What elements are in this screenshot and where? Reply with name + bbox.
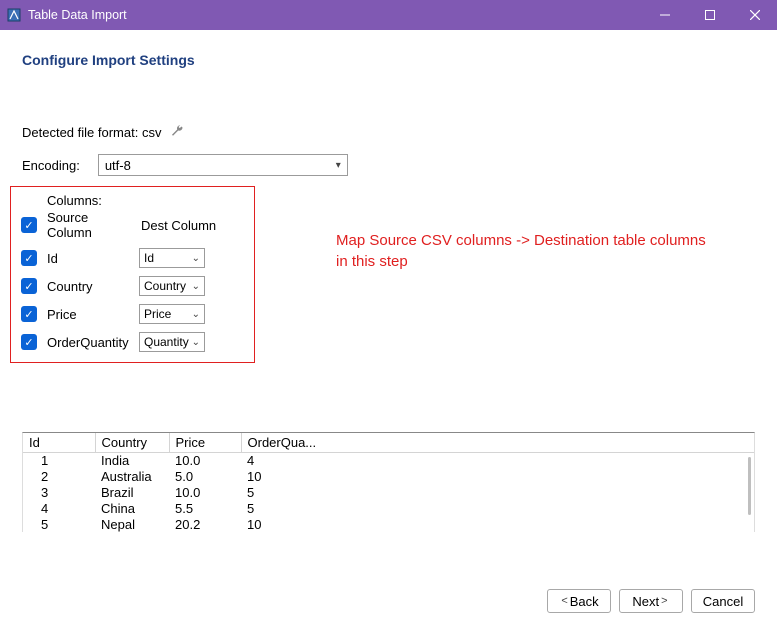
annotation-text: Map Source CSV columns -> Destination ta… bbox=[336, 230, 706, 272]
cell-qty: 5 bbox=[241, 485, 754, 501]
next-button[interactable]: Next > bbox=[619, 589, 683, 613]
cell-price: 10.0 bbox=[169, 485, 241, 501]
close-button[interactable] bbox=[732, 0, 777, 30]
page-title: Configure Import Settings bbox=[22, 52, 755, 68]
dest-column-select[interactable]: Quantity ⌄ bbox=[139, 332, 205, 352]
minimize-button[interactable] bbox=[642, 0, 687, 30]
chevron-down-icon: ⌄ bbox=[192, 281, 200, 292]
window-title: Table Data Import bbox=[28, 8, 127, 22]
cell-qty: 5 bbox=[241, 501, 754, 517]
table-row: 5 Nepal 20.2 10 bbox=[23, 517, 754, 533]
cancel-button[interactable]: Cancel bbox=[691, 589, 755, 613]
annotation-line: in this step bbox=[336, 253, 408, 270]
annotation-line: Map Source CSV columns -> Destination ta… bbox=[336, 232, 706, 249]
data-preview: Id Country Price OrderQua... 1 India 10.… bbox=[22, 432, 755, 532]
preview-header[interactable]: Id bbox=[23, 433, 95, 453]
back-button[interactable]: < Back bbox=[547, 589, 611, 613]
table-row: 3 Brazil 10.0 5 bbox=[23, 485, 754, 501]
cancel-button-label: Cancel bbox=[703, 594, 743, 609]
column-checkbox[interactable]: ✓ bbox=[21, 250, 37, 266]
cell-qty: 10 bbox=[241, 517, 754, 533]
back-button-label: Back bbox=[570, 594, 599, 609]
chevron-right-icon: > bbox=[661, 595, 667, 607]
dest-column-header: Dest Column bbox=[141, 218, 216, 233]
cell-price: 20.2 bbox=[169, 517, 241, 533]
cell-country: Nepal bbox=[95, 517, 169, 533]
table-row: 2 Australia 5.0 10 bbox=[23, 469, 754, 485]
cell-id: 5 bbox=[23, 517, 95, 533]
source-column-name: Country bbox=[47, 279, 129, 294]
table-row: 1 India 10.0 4 bbox=[23, 453, 754, 470]
cell-country: India bbox=[95, 453, 169, 470]
column-checkbox[interactable]: ✓ bbox=[21, 306, 37, 322]
chevron-down-icon: ⌄ bbox=[192, 309, 200, 320]
dest-column-select[interactable]: Id ⌄ bbox=[139, 248, 205, 268]
cell-country: China bbox=[95, 501, 169, 517]
encoding-value: utf-8 bbox=[105, 158, 131, 173]
dest-column-value: Country bbox=[144, 279, 186, 293]
source-column-header: Source Column bbox=[47, 210, 129, 240]
cell-id: 4 bbox=[23, 501, 95, 517]
source-column-name: OrderQuantity bbox=[47, 335, 129, 350]
encoding-select[interactable]: utf-8 ▾ bbox=[98, 154, 348, 176]
close-icon bbox=[750, 10, 760, 20]
cell-qty: 4 bbox=[241, 453, 754, 470]
source-column-name: Id bbox=[47, 251, 129, 266]
source-column-name: Price bbox=[47, 307, 129, 322]
cell-price: 5.0 bbox=[169, 469, 241, 485]
columns-section-label: Columns: bbox=[47, 193, 244, 208]
minimize-icon bbox=[660, 10, 670, 20]
dest-column-select[interactable]: Country ⌄ bbox=[139, 276, 205, 296]
detected-format-label: Detected file format: csv bbox=[22, 125, 161, 140]
chevron-left-icon: < bbox=[561, 595, 567, 607]
title-bar: Table Data Import bbox=[0, 0, 777, 30]
table-row: 4 China 5.5 5 bbox=[23, 501, 754, 517]
chevron-down-icon: ⌄ bbox=[192, 337, 200, 348]
column-checkbox[interactable]: ✓ bbox=[21, 278, 37, 294]
preview-header[interactable]: OrderQua... bbox=[241, 433, 754, 453]
encoding-label: Encoding: bbox=[22, 158, 80, 173]
dest-column-value: Price bbox=[144, 307, 171, 321]
preview-header-row: Id Country Price OrderQua... bbox=[23, 433, 754, 453]
chevron-down-icon: ⌄ bbox=[192, 253, 200, 264]
dest-column-value: Quantity bbox=[144, 335, 189, 349]
select-all-checkbox[interactable]: ✓ bbox=[21, 217, 37, 233]
cell-price: 5.5 bbox=[169, 501, 241, 517]
maximize-icon bbox=[705, 10, 715, 20]
chevron-down-icon: ▾ bbox=[336, 160, 341, 171]
next-button-label: Next bbox=[632, 594, 659, 609]
preview-header[interactable]: Country bbox=[95, 433, 169, 453]
cell-id: 1 bbox=[23, 453, 95, 470]
preview-header[interactable]: Price bbox=[169, 433, 241, 453]
cell-qty: 10 bbox=[241, 469, 754, 485]
cell-id: 3 bbox=[23, 485, 95, 501]
wrench-icon[interactable] bbox=[169, 123, 185, 142]
dest-column-select[interactable]: Price ⌄ bbox=[139, 304, 205, 324]
cell-price: 10.0 bbox=[169, 453, 241, 470]
app-icon bbox=[6, 7, 22, 23]
dest-column-value: Id bbox=[144, 251, 154, 265]
column-checkbox[interactable]: ✓ bbox=[21, 334, 37, 350]
cell-country: Brazil bbox=[95, 485, 169, 501]
cell-country: Australia bbox=[95, 469, 169, 485]
columns-mapping-box: Columns: ✓ Source Column Dest Column ✓ I… bbox=[10, 186, 255, 363]
maximize-button[interactable] bbox=[687, 0, 732, 30]
cell-id: 2 bbox=[23, 469, 95, 485]
scrollbar[interactable] bbox=[748, 457, 751, 515]
